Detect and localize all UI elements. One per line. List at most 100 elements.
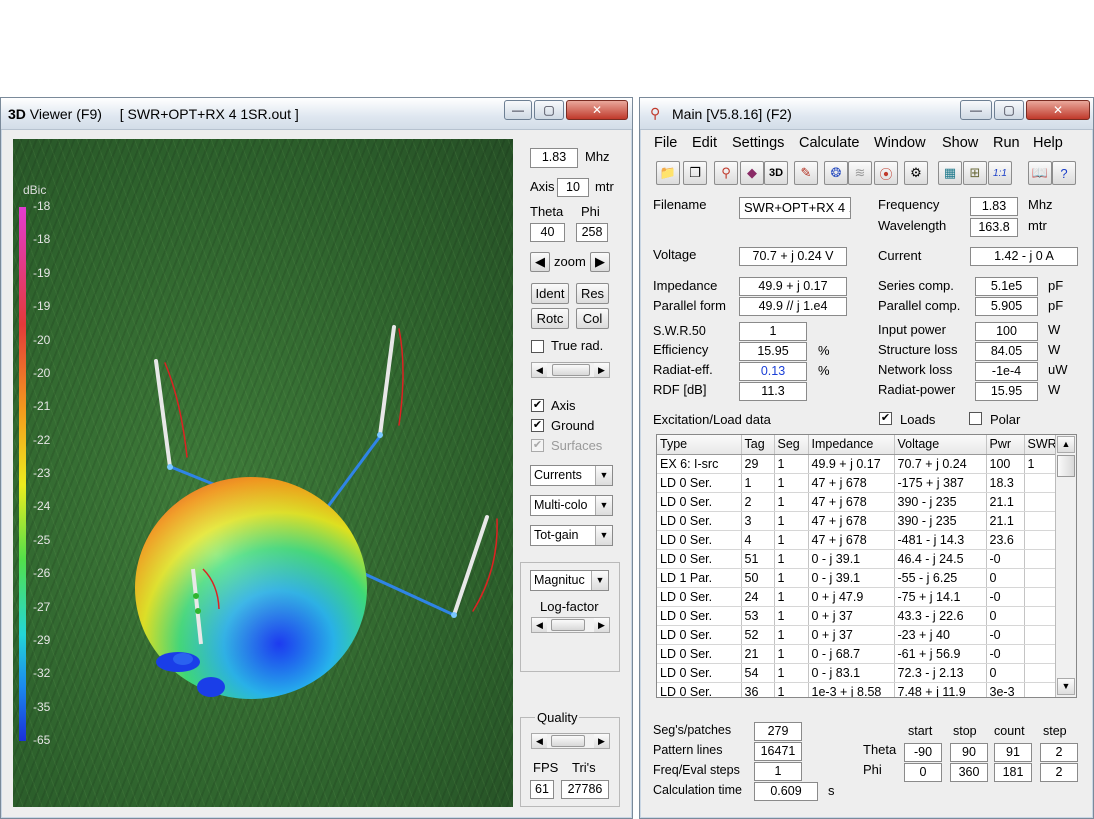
legend-tick-label: -20 [33, 365, 51, 380]
color-mode-dropdown[interactable]: Multi-colo ▼ [530, 495, 613, 516]
scroll-down-icon[interactable]: ▼ [1057, 678, 1075, 695]
theta-count-field[interactable]: 91 [994, 743, 1032, 762]
magnitude-dropdown[interactable]: Magnituc ▼ [530, 570, 609, 591]
log-factor-slider[interactable]: ◀ ▶ [531, 617, 610, 633]
help-icon[interactable]: ? [1052, 161, 1076, 185]
menu-settings[interactable]: Settings [732, 135, 784, 151]
axis-checkbox[interactable]: ✔ [531, 399, 544, 412]
table-row[interactable]: LD 1 Par. 50 1 0 - j 39.1 -55 - j 6.25 0 [657, 568, 1061, 588]
loads-checkbox[interactable]: ✔ [879, 412, 892, 425]
table-row[interactable]: LD 0 Ser. 51 1 0 - j 39.1 46.4 - j 24.5 -0 [657, 549, 1061, 569]
filename-field[interactable]: SWR+OPT+RX 4 1 [739, 197, 851, 219]
gain-type-dropdown[interactable]: Tot-gain ▼ [530, 525, 613, 546]
scroll-up-icon[interactable]: ▲ [1057, 436, 1075, 453]
col-tag[interactable]: Tag [741, 435, 775, 455]
phi-stop-field[interactable]: 360 [950, 763, 988, 782]
menu-edit[interactable]: Edit [692, 135, 717, 151]
copy-icon[interactable]: ❐ [683, 161, 707, 185]
table-cell: 1 [774, 549, 809, 569]
main-maximize-button[interactable]: ▢ [994, 100, 1024, 120]
table-cell: 1 [774, 473, 809, 493]
theta-stop-field[interactable]: 90 [950, 743, 988, 762]
ground-checkbox[interactable]: ✔ [531, 419, 544, 432]
table-row[interactable]: LD 0 Ser. 52 1 0 + j 37 -23 + j 40 -0 [657, 625, 1061, 645]
axis-field[interactable]: 10 [557, 178, 589, 197]
main-titlebar[interactable]: ⚲ Main [V5.8.16] (F2) — ▢ ✕ [640, 98, 1093, 130]
ident-button[interactable]: Ident [531, 283, 569, 304]
theta-start-field[interactable]: -90 [904, 743, 942, 762]
res-button[interactable]: Res [576, 283, 609, 304]
scroll-thumb[interactable] [1057, 455, 1075, 477]
geometry-icon[interactable]: ◆ [740, 161, 764, 185]
smith-chart-icon[interactable]: ⦿ [874, 161, 898, 185]
menu-run[interactable]: Run [993, 135, 1020, 151]
menu-file[interactable]: File [654, 135, 677, 151]
col-seg[interactable]: Seg [774, 435, 809, 455]
main-minimize-button[interactable]: — [960, 100, 992, 120]
menu-calculate[interactable]: Calculate [799, 135, 859, 151]
phi-start-field[interactable]: 0 [904, 763, 942, 782]
manual-icon[interactable]: 📖 [1028, 161, 1052, 185]
scale-icon[interactable]: 1:1 [988, 161, 1012, 185]
zoom-out-button[interactable]: ◀ [530, 252, 550, 272]
3d-viewer-icon[interactable]: 3D [764, 161, 788, 185]
table-row[interactable]: LD 0 Ser. 1 1 47 + j 678 -175 + j 387 18.3 [657, 473, 1061, 493]
table-row[interactable]: LD 0 Ser. 3 1 47 + j 678 390 - j 235 21.1 [657, 511, 1061, 531]
col-button[interactable]: Col [576, 308, 609, 329]
optimizer-icon[interactable]: ⚙ [904, 161, 928, 185]
rotc-button[interactable]: Rotc [531, 308, 569, 329]
close-button[interactable]: ✕ [566, 100, 628, 120]
col-voltage[interactable]: Voltage [894, 435, 987, 455]
minimize-button[interactable]: — [504, 100, 532, 120]
menu-help[interactable]: Help [1033, 135, 1063, 151]
theta-step-field[interactable]: 2 [1040, 743, 1078, 762]
table-cell: 72.3 - j 2.13 [894, 663, 987, 683]
matching-icon[interactable]: ⊞ [963, 161, 987, 185]
sweep-icon[interactable]: ≋ [848, 161, 872, 185]
table-cell: 390 - j 235 [894, 511, 987, 531]
frequency-label: Frequency [878, 197, 940, 212]
true-rad-checkbox[interactable] [531, 340, 544, 353]
feed-point [377, 432, 383, 438]
axis-unit: mtr [595, 179, 614, 194]
table-cell: 47 + j 678 [808, 492, 895, 512]
frequency-field[interactable]: 1.83 [970, 197, 1018, 216]
maximize-button[interactable]: ▢ [534, 100, 564, 120]
antenna-icon[interactable]: ⚲ [714, 161, 738, 185]
menu-window[interactable]: Window [874, 135, 926, 151]
menu-show[interactable]: Show [942, 135, 978, 151]
table-row[interactable]: LD 0 Ser. 21 1 0 - j 68.7 -61 + j 56.9 -0 [657, 644, 1061, 664]
zoom-in-button[interactable]: ▶ [590, 252, 610, 272]
calculator-icon[interactable]: ▦ [938, 161, 962, 185]
table-scrollbar[interactable]: ▲ ▼ [1055, 435, 1076, 697]
main-close-button[interactable]: ✕ [1026, 100, 1090, 120]
pattern-icon[interactable]: ❂ [824, 161, 848, 185]
phi-field[interactable]: 258 [576, 223, 608, 242]
theta-field[interactable]: 40 [530, 223, 565, 242]
quality-slider[interactable]: ◀ ▶ [531, 733, 610, 749]
true-rad-slider[interactable]: ◀ ▶ [531, 362, 610, 378]
table-row[interactable]: EX 6: I-src 29 1 49.9 + j 0.17 70.7 + j 0.24… [657, 454, 1061, 474]
3d-viewport[interactable]: dBic -18 -18 -19 -19 -20 -20 -21 -22 -23 -24 -25 -2… [13, 139, 513, 807]
radiation-pattern-scene [135, 325, 498, 699]
viewer-titlebar[interactable]: 3D Viewer (F9) [ SWR+OPT+RX 4 1SR.out ] … [1, 98, 632, 130]
edit-icon[interactable]: ✎ [794, 161, 818, 185]
table-row[interactable]: LD 0 Ser. 24 1 0 + j 47.9 -75 + j 14.1 -0 [657, 587, 1061, 607]
legend-tick-label: -21 [33, 399, 51, 414]
table-row[interactable]: LD 0 Ser. 54 1 0 - j 83.1 72.3 - j 2.13 0 [657, 663, 1061, 683]
open-file-icon[interactable]: 📁 [656, 161, 680, 185]
legend-tick-label: -25 [33, 532, 51, 547]
currents-dropdown[interactable]: Currents ▼ [530, 465, 613, 486]
phi-step-field[interactable]: 2 [1040, 763, 1078, 782]
table-row[interactable]: LD 0 Ser. 36 1 1e-3 + j 8.58 7.48 + j 11.9 3e… [657, 682, 1061, 697]
table-cell: 23.6 [986, 530, 1025, 550]
viewer-freq-field[interactable]: 1.83 [530, 148, 578, 168]
table-row[interactable]: LD 0 Ser. 53 1 0 + j 37 43.3 - j 22.6 0 [657, 606, 1061, 626]
col-type[interactable]: Type [657, 435, 742, 455]
col-pwr[interactable]: Pwr [986, 435, 1025, 455]
table-row[interactable]: LD 0 Ser. 2 1 47 + j 678 390 - j 235 21.1 [657, 492, 1061, 512]
phi-count-field[interactable]: 181 [994, 763, 1032, 782]
col-impedance[interactable]: Impedance [808, 435, 895, 455]
polar-checkbox[interactable] [969, 412, 982, 425]
table-row[interactable]: LD 0 Ser. 4 1 47 + j 678 -481 - j 14.3 23.6 [657, 530, 1061, 550]
